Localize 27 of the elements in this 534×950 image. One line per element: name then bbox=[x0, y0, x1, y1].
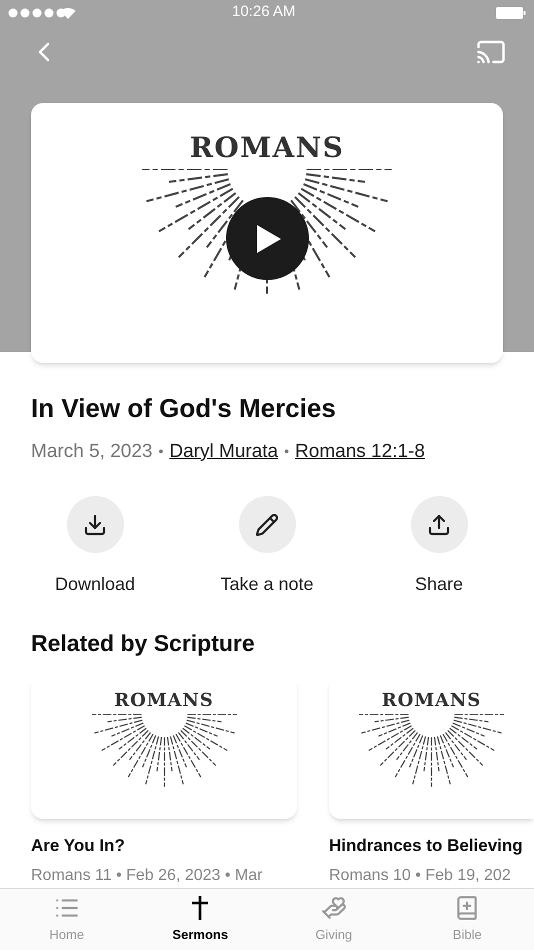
card-title: Are You In? bbox=[31, 834, 126, 857]
meta-separator: • bbox=[284, 442, 290, 462]
action-label: Download bbox=[54, 573, 136, 596]
meta-link[interactable]: Daryl Murata bbox=[169, 438, 278, 466]
artwork-title: ROMANS bbox=[382, 688, 482, 713]
status-time: 10:26 AM bbox=[232, 2, 296, 22]
artwork-title: ROMANS bbox=[190, 130, 344, 166]
battery-icon bbox=[496, 6, 526, 19]
tab-button[interactable]: Sermons bbox=[134, 889, 267, 950]
section-heading: Related by Scripture bbox=[30, 629, 256, 658]
action-label: Share bbox=[414, 573, 464, 596]
meta-link[interactable]: Romans 12:1-8 bbox=[295, 438, 425, 466]
card-title: Hindrances to Believing bbox=[329, 834, 524, 857]
sermon-date: March 5, 2023 bbox=[31, 440, 152, 464]
pencil-icon bbox=[255, 512, 279, 537]
download-icon bbox=[83, 512, 107, 537]
sermon-card[interactable]: ROMANS bbox=[31, 674, 297, 819]
sermon-title: In View of God's Mercies bbox=[31, 392, 337, 425]
sermon-card[interactable]: ROMANS bbox=[329, 674, 534, 819]
artwork-title: ROMANS bbox=[114, 688, 214, 713]
action-label: Take a note bbox=[220, 573, 314, 596]
meta-separator: • bbox=[158, 442, 164, 462]
share-icon bbox=[427, 512, 451, 537]
play-button[interactable] bbox=[226, 197, 309, 280]
hand-heart-icon bbox=[320, 894, 347, 921]
card-meta: Romans 10 • Feb 19, 202 bbox=[329, 866, 512, 886]
card-meta: Romans 11 • Feb 26, 2023 • Mar bbox=[31, 866, 264, 886]
